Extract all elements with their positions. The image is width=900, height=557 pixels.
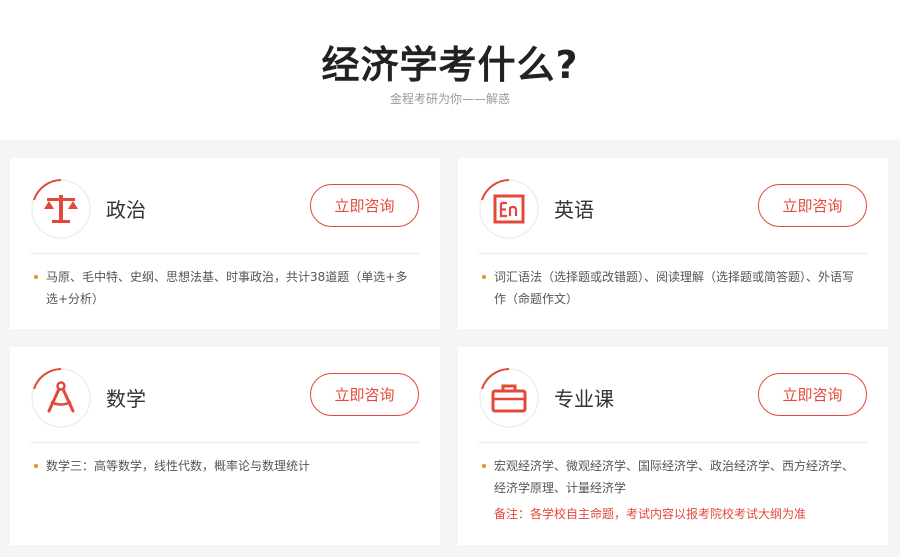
- card-title: 专业课: [554, 387, 614, 411]
- subject-card-major: 专业课 立即咨询 宏观经济学、微观经济学、国际经济学、政治经济学、西方经济学、经…: [458, 347, 888, 545]
- bullet-dot: [482, 464, 486, 468]
- page-subtitle: 金程考研为你——解惑: [389, 92, 510, 106]
- description-text: 词汇语法（选择题或改错题）、阅读理解（选择题或简答题）、外语写作（命题作文）: [494, 270, 855, 306]
- card-title: 数学: [106, 387, 146, 411]
- bullet-dot: [482, 275, 486, 279]
- description-text: 马原、毛中特、史纲、思想法基、时事政治，共计38道题（单选+多选+分析）: [46, 270, 408, 306]
- subject-card-english: 英语 立即咨询 词汇语法（选择题或改错题）、阅读理解（选择题或简答题）、外语写作…: [458, 158, 888, 329]
- card-description: 数学三：高等数学，线性代数，概率论与数理统计: [34, 455, 416, 477]
- card-description: 宏观经济学、微观经济学、国际经济学、政治经济学、西方经济学、经济学原理、计量经济…: [482, 455, 864, 499]
- briefcase-icon: [478, 367, 540, 429]
- page-title: 经济学考什么?: [321, 43, 579, 87]
- consult-button[interactable]: 立即咨询: [310, 184, 419, 227]
- note-text: 备注：各学校自主命题，考试内容以报考院校考试大纲为准: [494, 507, 807, 521]
- consult-button[interactable]: 立即咨询: [758, 184, 867, 227]
- consult-button[interactable]: 立即咨询: [758, 373, 867, 416]
- card-title: 政治: [106, 198, 146, 222]
- subject-card-math: 数学 立即咨询 数学三：高等数学，线性代数，概率论与数理统计: [10, 347, 440, 545]
- divider: [478, 442, 868, 443]
- bullet-dot: [34, 275, 38, 279]
- bullet-dot: [34, 464, 38, 468]
- description-text: 宏观经济学、微观经济学、国际经济学、政治经济学、西方经济学、经济学原理、计量经济…: [494, 459, 855, 495]
- divider: [30, 442, 420, 443]
- card-description: 马原、毛中特、史纲、思想法基、时事政治，共计38道题（单选+多选+分析）: [34, 266, 416, 310]
- header: 经济学考什么? 金程考研为你——解惑: [0, 0, 900, 140]
- card-description: 词汇语法（选择题或改错题）、阅读理解（选择题或简答题）、外语写作（命题作文）: [482, 266, 864, 310]
- compass-icon: [30, 367, 92, 429]
- card-title: 英语: [554, 198, 594, 222]
- divider: [478, 253, 868, 254]
- en-icon: [478, 178, 540, 240]
- scales-icon: [30, 178, 92, 240]
- divider: [30, 253, 420, 254]
- consult-button[interactable]: 立即咨询: [310, 373, 419, 416]
- description-text: 数学三：高等数学，线性代数，概率论与数理统计: [46, 459, 311, 473]
- subject-card-politics: 政治 立即咨询 马原、毛中特、史纲、思想法基、时事政治，共计38道题（单选+多选…: [10, 158, 440, 329]
